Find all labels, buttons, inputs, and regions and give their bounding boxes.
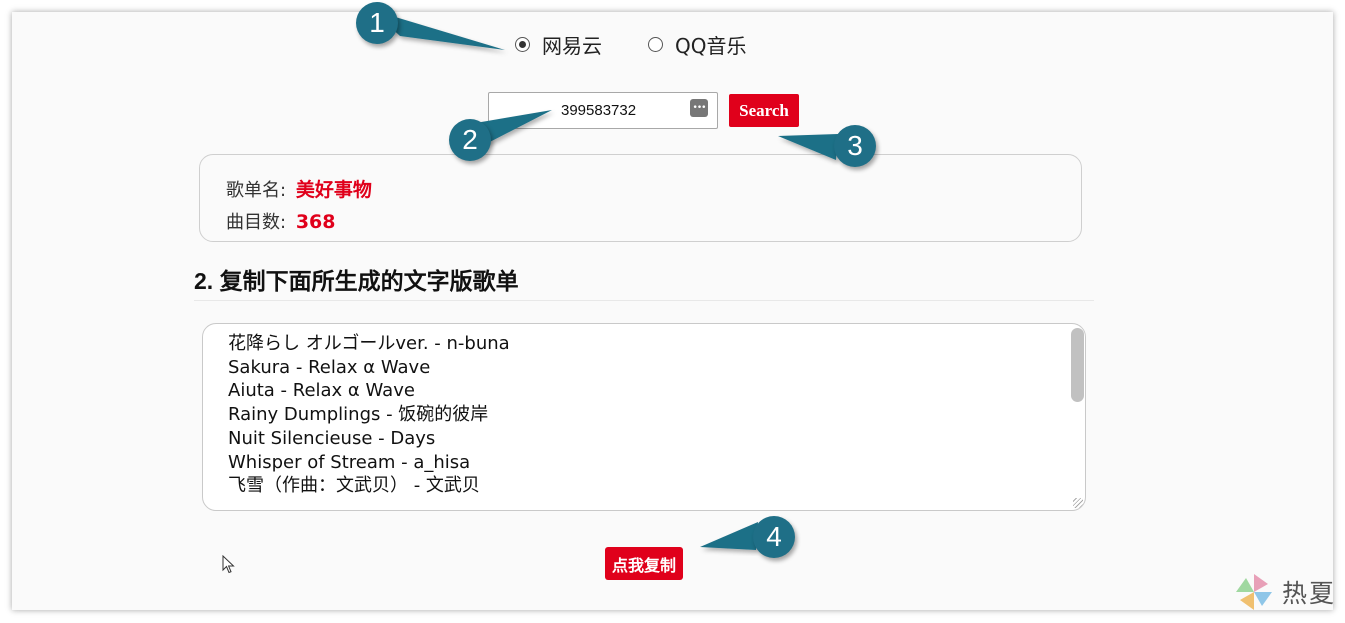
callout-3-pointer xyxy=(778,134,838,160)
callout-badge-4: 4 xyxy=(753,516,795,558)
pinwheel-logo-icon xyxy=(1236,574,1272,610)
callout-badge-3: 3 xyxy=(834,125,876,167)
callout-pointers xyxy=(372,10,838,550)
callout-4-pointer xyxy=(700,522,758,550)
watermark-text: 热夏 xyxy=(1282,579,1337,608)
callout-badge-2: 2 xyxy=(449,119,491,161)
callout-badge-1: 1 xyxy=(356,2,398,44)
mouse-cursor-icon xyxy=(222,555,235,574)
watermark: 热夏 xyxy=(1232,572,1336,612)
